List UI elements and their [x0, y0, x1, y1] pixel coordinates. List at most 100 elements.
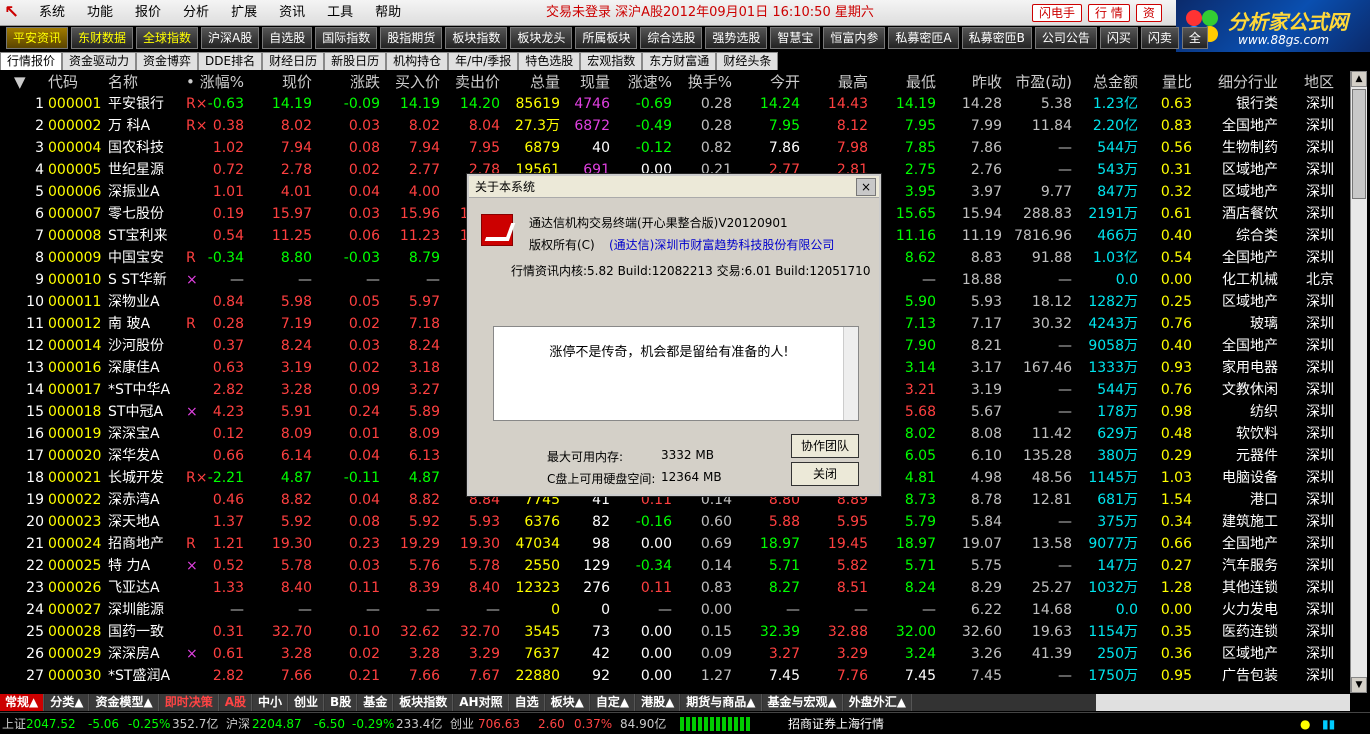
table-row[interactable]: 22 000025 特 力A × 0.52 5.78 0.03 5.76 5.78 2550 129… [0, 555, 1350, 577]
vertical-scrollbar[interactable]: ▲ ▼ [1350, 71, 1367, 693]
bottom-tab[interactable]: 板块▲ [545, 694, 590, 711]
toolbar-btn-all[interactable]: 全 [1181, 27, 1208, 49]
menu-extend[interactable]: 扩展 [220, 0, 268, 26]
tab-reports[interactable]: 年/中/季报 [448, 52, 519, 70]
column-header-high[interactable]: 最高 [804, 71, 868, 93]
table-row[interactable]: 1 000001 平安银行 R× -0.63 14.19 -0.09 14.19 14.20 85… [0, 93, 1350, 115]
sort-arrow-icon[interactable]: ▼ [14, 71, 32, 93]
bottom-tab[interactable]: 即时决策 [159, 694, 219, 711]
copyright-link[interactable]: (通达信)深圳市财富趋势科技股份有限公司 [609, 236, 834, 253]
toolbar-btn-private-b[interactable]: 私募密匝B [961, 27, 1032, 49]
column-header-cur-vol[interactable]: 现量 [562, 71, 610, 93]
toolbar-btn-private-a[interactable]: 私募密匝A [888, 27, 959, 49]
bottom-tab[interactable]: AH对照 [454, 694, 509, 711]
bottom-tab[interactable]: 港股▲ [636, 694, 681, 711]
bottom-tab[interactable]: 板块指数 [394, 694, 454, 711]
bottom-tab[interactable]: 自选 [509, 694, 545, 711]
bottom-tab[interactable]: A股 [219, 694, 253, 711]
lightning-trade-button[interactable]: 闪电手 [1032, 4, 1083, 22]
column-header-code[interactable]: 代码 [48, 71, 108, 93]
scroll-down-icon[interactable]: ▼ [1351, 677, 1367, 693]
toolbar-btn-intl-index[interactable]: 国际指数 [315, 27, 378, 49]
menu-function[interactable]: 功能 [76, 0, 124, 26]
column-header-industry[interactable]: 细分行业 [1196, 71, 1278, 93]
table-row[interactable]: 24 000027 深圳能源 — — — — —0 0—0.00— — —6.22 14.68 0.0 0… [0, 599, 1350, 621]
tab-dde-rank[interactable]: DDE排名 [198, 52, 263, 70]
table-row[interactable]: 23 000026 飞亚达A 1.33 8.40 0.11 8.39 8.40 12323 276… [0, 577, 1350, 599]
tab-capital-game[interactable]: 资金博弈 [136, 52, 199, 70]
table-row[interactable]: 3 000004 国农科技 1.02 7.94 0.08 7.94 7.95 6879 40 -0.… [0, 137, 1350, 159]
bottom-tab[interactable]: 外盘外汇▲ [843, 694, 912, 711]
toolbar-btn-own-sector[interactable]: 所属板块 [575, 27, 638, 49]
menu-news[interactable]: 资讯 [268, 0, 316, 26]
column-header-change[interactable]: 涨跌 [318, 71, 380, 93]
column-header-speed[interactable]: 涨速% [614, 71, 672, 93]
toolbar-btn-sector-leader[interactable]: 板块龙头 [510, 27, 573, 49]
table-row[interactable]: 20 000023 深天地A 1.37 5.92 0.08 5.92 5.93 6376 82 -0… [0, 511, 1350, 533]
bottom-tab[interactable]: 基金与宏观▲ [762, 694, 843, 711]
toolbar-btn-combo-select[interactable]: 综合选股 [640, 27, 703, 49]
toolbar-btn-futures[interactable]: 股指期货 [380, 27, 443, 49]
bottom-tab[interactable]: 资金模型▲ [90, 694, 159, 711]
toolbar-btn-watchlist[interactable]: 自选股 [262, 27, 313, 49]
table-row[interactable]: 27 000030 *ST盛润A 2.82 7.66 0.21 7.66 7.67 22880 9… [0, 665, 1350, 687]
menu-system[interactable]: 系统 [28, 0, 76, 26]
dialog-close-icon[interactable]: × [856, 178, 876, 196]
menu-analysis[interactable]: 分析 [172, 0, 220, 26]
column-header-amount[interactable]: 总金额 [1076, 71, 1138, 93]
bottom-tab[interactable]: 常规▲ [0, 694, 45, 711]
column-header-bid[interactable]: 买入价 [382, 71, 440, 93]
column-header-pct[interactable]: 涨幅% [196, 71, 244, 93]
tab-capital-drive[interactable]: 资金驱动力 [62, 52, 137, 70]
tab-eastmoney-tong[interactable]: 东方财富通 [642, 52, 717, 70]
menu-quote[interactable]: 报价 [124, 0, 172, 26]
toolbar-btn-eastmoney[interactable]: 东财数据 [71, 27, 134, 49]
bottom-tab[interactable]: 分类▲ [45, 694, 90, 711]
tab-finance-headlines[interactable]: 财经头条 [716, 52, 779, 70]
team-button[interactable]: 协作团队 [791, 434, 859, 458]
bottom-tab[interactable]: 基金 [358, 694, 394, 711]
table-row[interactable]: 26 000029 深深房A × 0.61 3.28 0.02 3.28 3.29 7637 42 0… [0, 643, 1350, 665]
toolbar-btn-quick-sell[interactable]: 闪卖 [1140, 27, 1179, 49]
column-header-vol-ratio[interactable]: 量比 [1140, 71, 1192, 93]
tab-ipo-calendar[interactable]: 新股日历 [324, 52, 387, 70]
column-header-volume[interactable]: 总量 [502, 71, 560, 93]
table-row[interactable]: 25 000028 国药一致 0.31 32.70 0.10 32.62 32.70 3545 7… [0, 621, 1350, 643]
tab-feature-select[interactable]: 特色选股 [518, 52, 581, 70]
quote-button[interactable]: 行 情 [1088, 4, 1130, 22]
bottom-tab[interactable]: 创业 [289, 694, 325, 711]
close-button[interactable]: 关闭 [791, 462, 859, 486]
menu-help[interactable]: 帮助 [364, 0, 412, 26]
tab-institution-holding[interactable]: 机构持仓 [386, 52, 449, 70]
tab-quotes[interactable]: 行情报价 [0, 52, 63, 70]
scroll-up-icon[interactable]: ▲ [1351, 71, 1367, 87]
column-header-prev-close[interactable]: 昨收 [940, 71, 1002, 93]
menu-tools[interactable]: 工具 [316, 0, 364, 26]
bottom-tab[interactable]: 自定▲ [590, 694, 636, 711]
toolbar-btn-a-shares[interactable]: 沪深A股 [201, 27, 260, 49]
tab-finance-calendar[interactable]: 财经日历 [262, 52, 325, 70]
column-header-open[interactable]: 今开 [736, 71, 800, 93]
bottom-tab[interactable]: 期货与商品▲ [681, 694, 762, 711]
bottom-tab[interactable]: 中小 [253, 694, 289, 711]
column-header-name[interactable]: 名称 [108, 71, 184, 93]
toolbar-btn-strong-select[interactable]: 强势选股 [705, 27, 768, 49]
news-button[interactable]: 资 [1135, 4, 1162, 22]
toolbar-btn-hengfu[interactable]: 恒富内参 [823, 27, 886, 49]
column-header-price[interactable]: 现价 [250, 71, 312, 93]
horizontal-scrollbar[interactable] [1096, 694, 1350, 711]
toolbar-btn-global-index[interactable]: 全球指数 [136, 27, 199, 49]
table-row[interactable]: 2 000002 万 科A R× 0.38 8.02 0.03 8.02 8.04 27.3万 68… [0, 115, 1350, 137]
toolbar-btn-sector-index[interactable]: 板块指数 [445, 27, 508, 49]
scroll-thumb[interactable] [1352, 89, 1366, 199]
column-header-ask[interactable]: 卖出价 [442, 71, 500, 93]
tab-macro-index[interactable]: 宏观指数 [580, 52, 643, 70]
bottom-tab[interactable]: B股 [325, 694, 358, 711]
toolbar-btn-quick-buy[interactable]: 闪买 [1099, 27, 1138, 49]
column-header-region[interactable]: 地区 [1290, 71, 1334, 93]
toolbar-btn-zhihuibao[interactable]: 智慧宝 [770, 27, 821, 49]
message-scrollbar[interactable] [843, 327, 858, 420]
column-header-pe[interactable]: 市盈(动) [1004, 71, 1072, 93]
toolbar-btn-announce[interactable]: 公司公告 [1034, 27, 1097, 49]
column-header-turnover[interactable]: 换手% [676, 71, 732, 93]
